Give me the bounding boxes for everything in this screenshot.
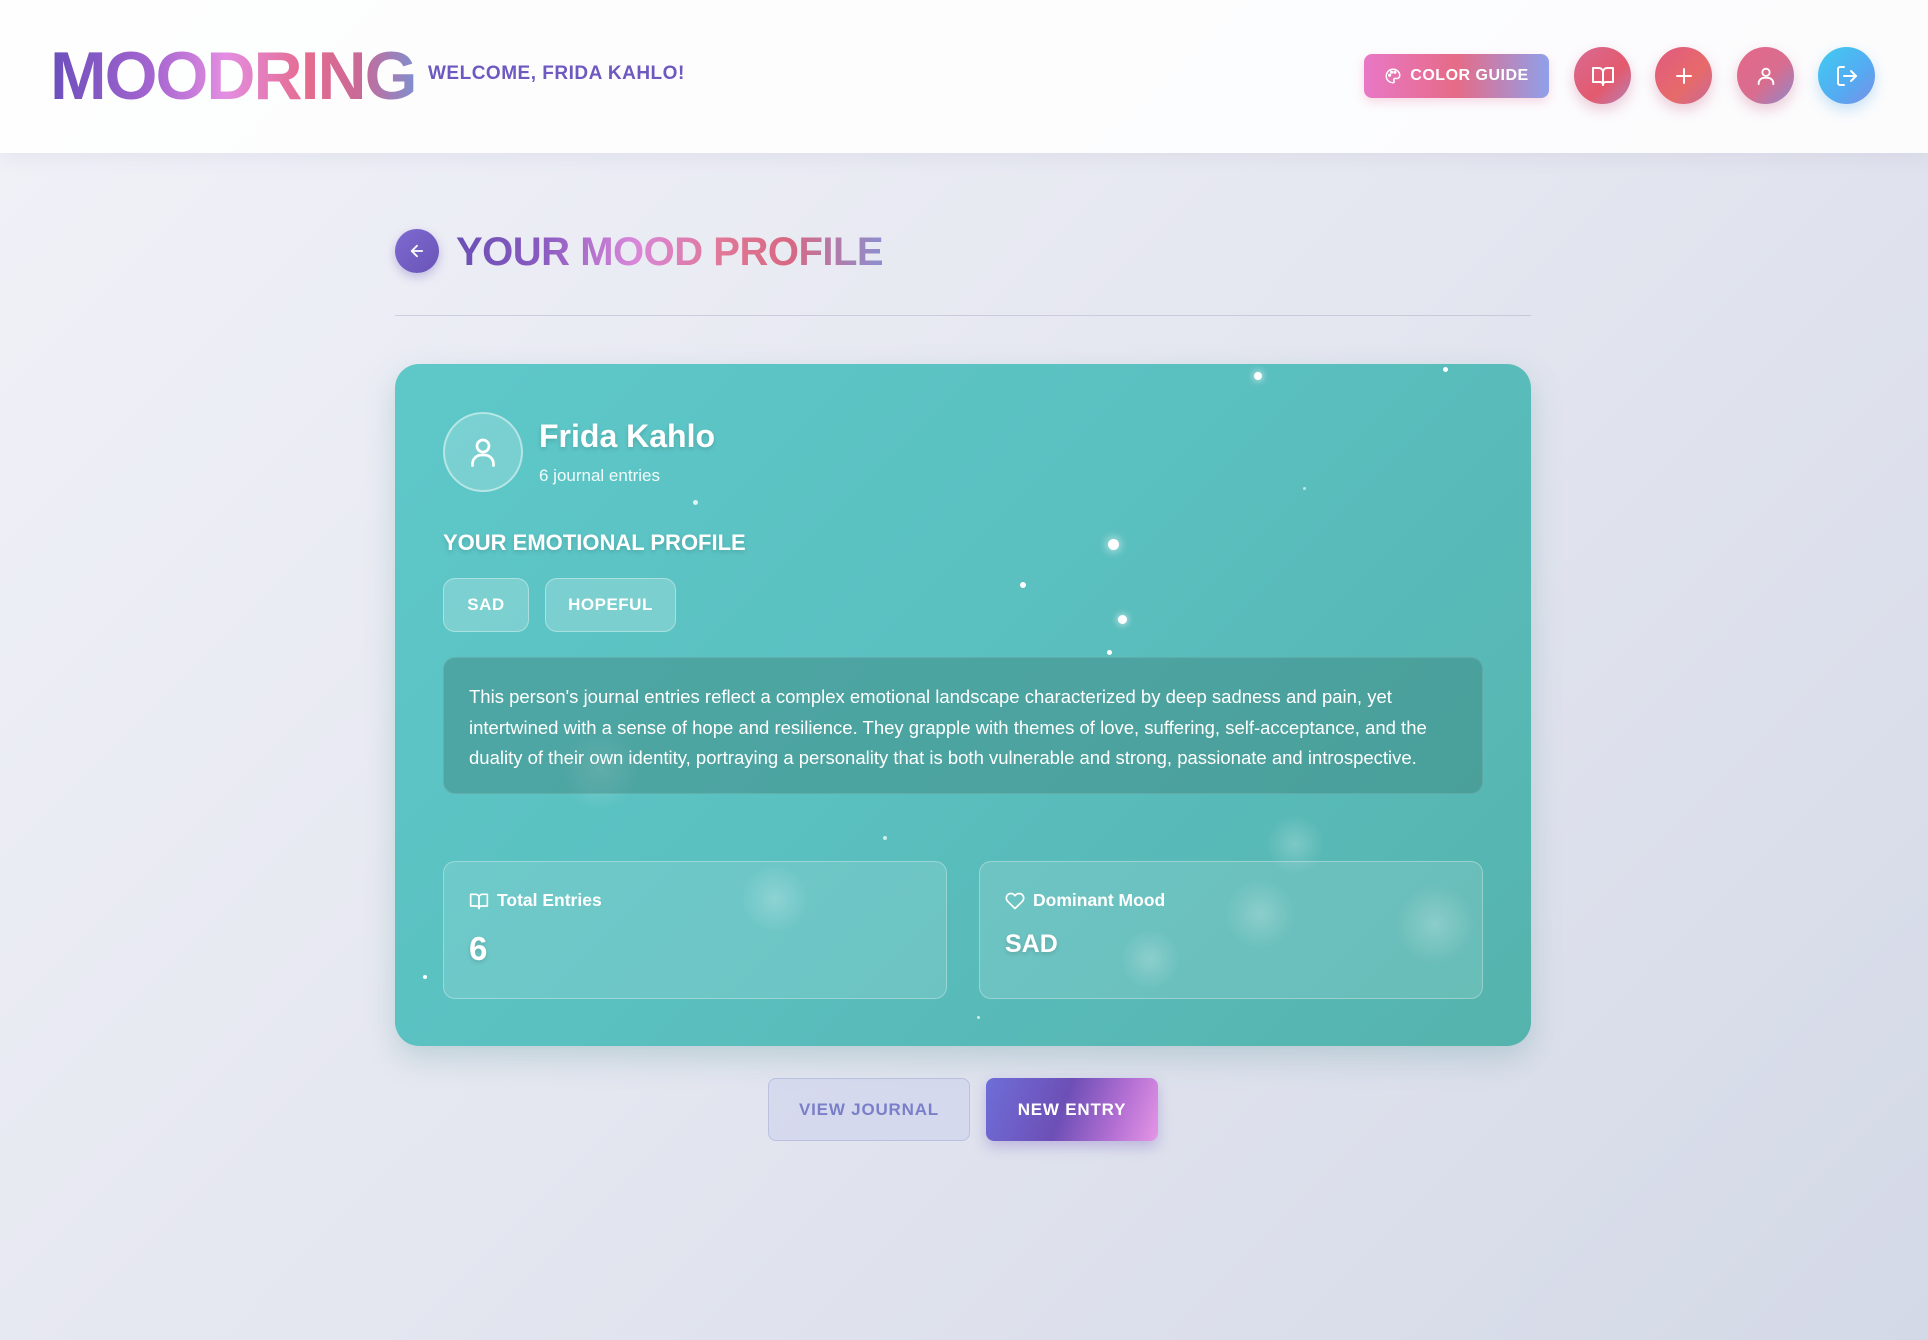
- page-title-word: MOOD: [580, 230, 703, 274]
- dominant-mood-label-row: Dominant Mood: [1005, 890, 1165, 911]
- back-button[interactable]: [395, 229, 439, 273]
- arrow-left-icon: [408, 242, 426, 260]
- welcome-message: WELCOME, FRIDA KAHLO!: [428, 63, 685, 84]
- user-name: Frida Kahlo: [539, 418, 716, 454]
- plus-icon: [1672, 64, 1696, 88]
- journal-button[interactable]: [1574, 47, 1631, 104]
- book-open-icon: [469, 891, 489, 911]
- logout-button[interactable]: [1818, 47, 1875, 104]
- page-title: YOUR MOOD PROFILE: [456, 228, 883, 276]
- sparkle-decoration: [1020, 582, 1026, 588]
- palette-icon: [1384, 67, 1402, 85]
- total-entries-stat: Total Entries 6: [443, 861, 947, 999]
- dominant-mood-label: Dominant Mood: [1033, 890, 1166, 910]
- user-icon: [1755, 65, 1777, 87]
- heart-icon: [1005, 891, 1025, 911]
- sparkle-decoration: [1107, 650, 1112, 655]
- mood-tag-sad: SAD: [443, 578, 529, 632]
- book-open-icon: [1591, 64, 1615, 88]
- avatar: [443, 412, 523, 492]
- personality-summary: This person's journal entries reflect a …: [443, 657, 1483, 794]
- profile-card: Frida Kahlo 6 journal entries YOUR EMOTI…: [395, 364, 1531, 1046]
- sparkle-decoration: [1254, 372, 1262, 380]
- sparkle-decoration: [693, 500, 698, 505]
- sparkle-decoration: [883, 836, 887, 840]
- sparkle-decoration: [977, 1016, 980, 1019]
- logout-icon: [1835, 64, 1859, 88]
- title-divider: [395, 315, 1531, 316]
- profile-button[interactable]: [1737, 47, 1794, 104]
- mood-tag-hopeful: HOPEFUL: [545, 578, 676, 632]
- total-entries-label: Total Entries: [497, 890, 602, 910]
- sparkle-decoration: [1303, 487, 1306, 490]
- journal-entry-count: 6 journal entries: [539, 466, 660, 485]
- view-journal-button[interactable]: VIEW JOURNAL: [768, 1078, 970, 1141]
- color-guide-button[interactable]: COLOR GUIDE: [1364, 54, 1549, 98]
- page-title-word: PROFILE: [713, 230, 884, 274]
- sparkle-decoration: [1118, 615, 1127, 624]
- sparkle-decoration: [1443, 367, 1448, 372]
- total-entries-label-row: Total Entries: [469, 890, 602, 911]
- page-title-word: YOUR: [456, 230, 570, 274]
- color-guide-label: COLOR GUIDE: [1410, 67, 1529, 84]
- app-header: MOODRING WELCOME, FRIDA KAHLO! COLOR GUI…: [0, 0, 1928, 153]
- dominant-mood-stat: Dominant Mood SAD: [979, 861, 1483, 999]
- app-logo[interactable]: MOODRING: [50, 38, 418, 114]
- add-entry-button[interactable]: [1655, 47, 1712, 104]
- sparkle-decoration: [1108, 539, 1119, 550]
- sparkle-decoration: [423, 975, 427, 979]
- user-icon: [465, 434, 501, 470]
- emotional-profile-heading: YOUR EMOTIONAL PROFILE: [443, 530, 746, 555]
- dominant-mood-value: SAD: [1005, 930, 1058, 958]
- total-entries-value: 6: [469, 930, 488, 967]
- new-entry-button[interactable]: NEW ENTRY: [986, 1078, 1158, 1141]
